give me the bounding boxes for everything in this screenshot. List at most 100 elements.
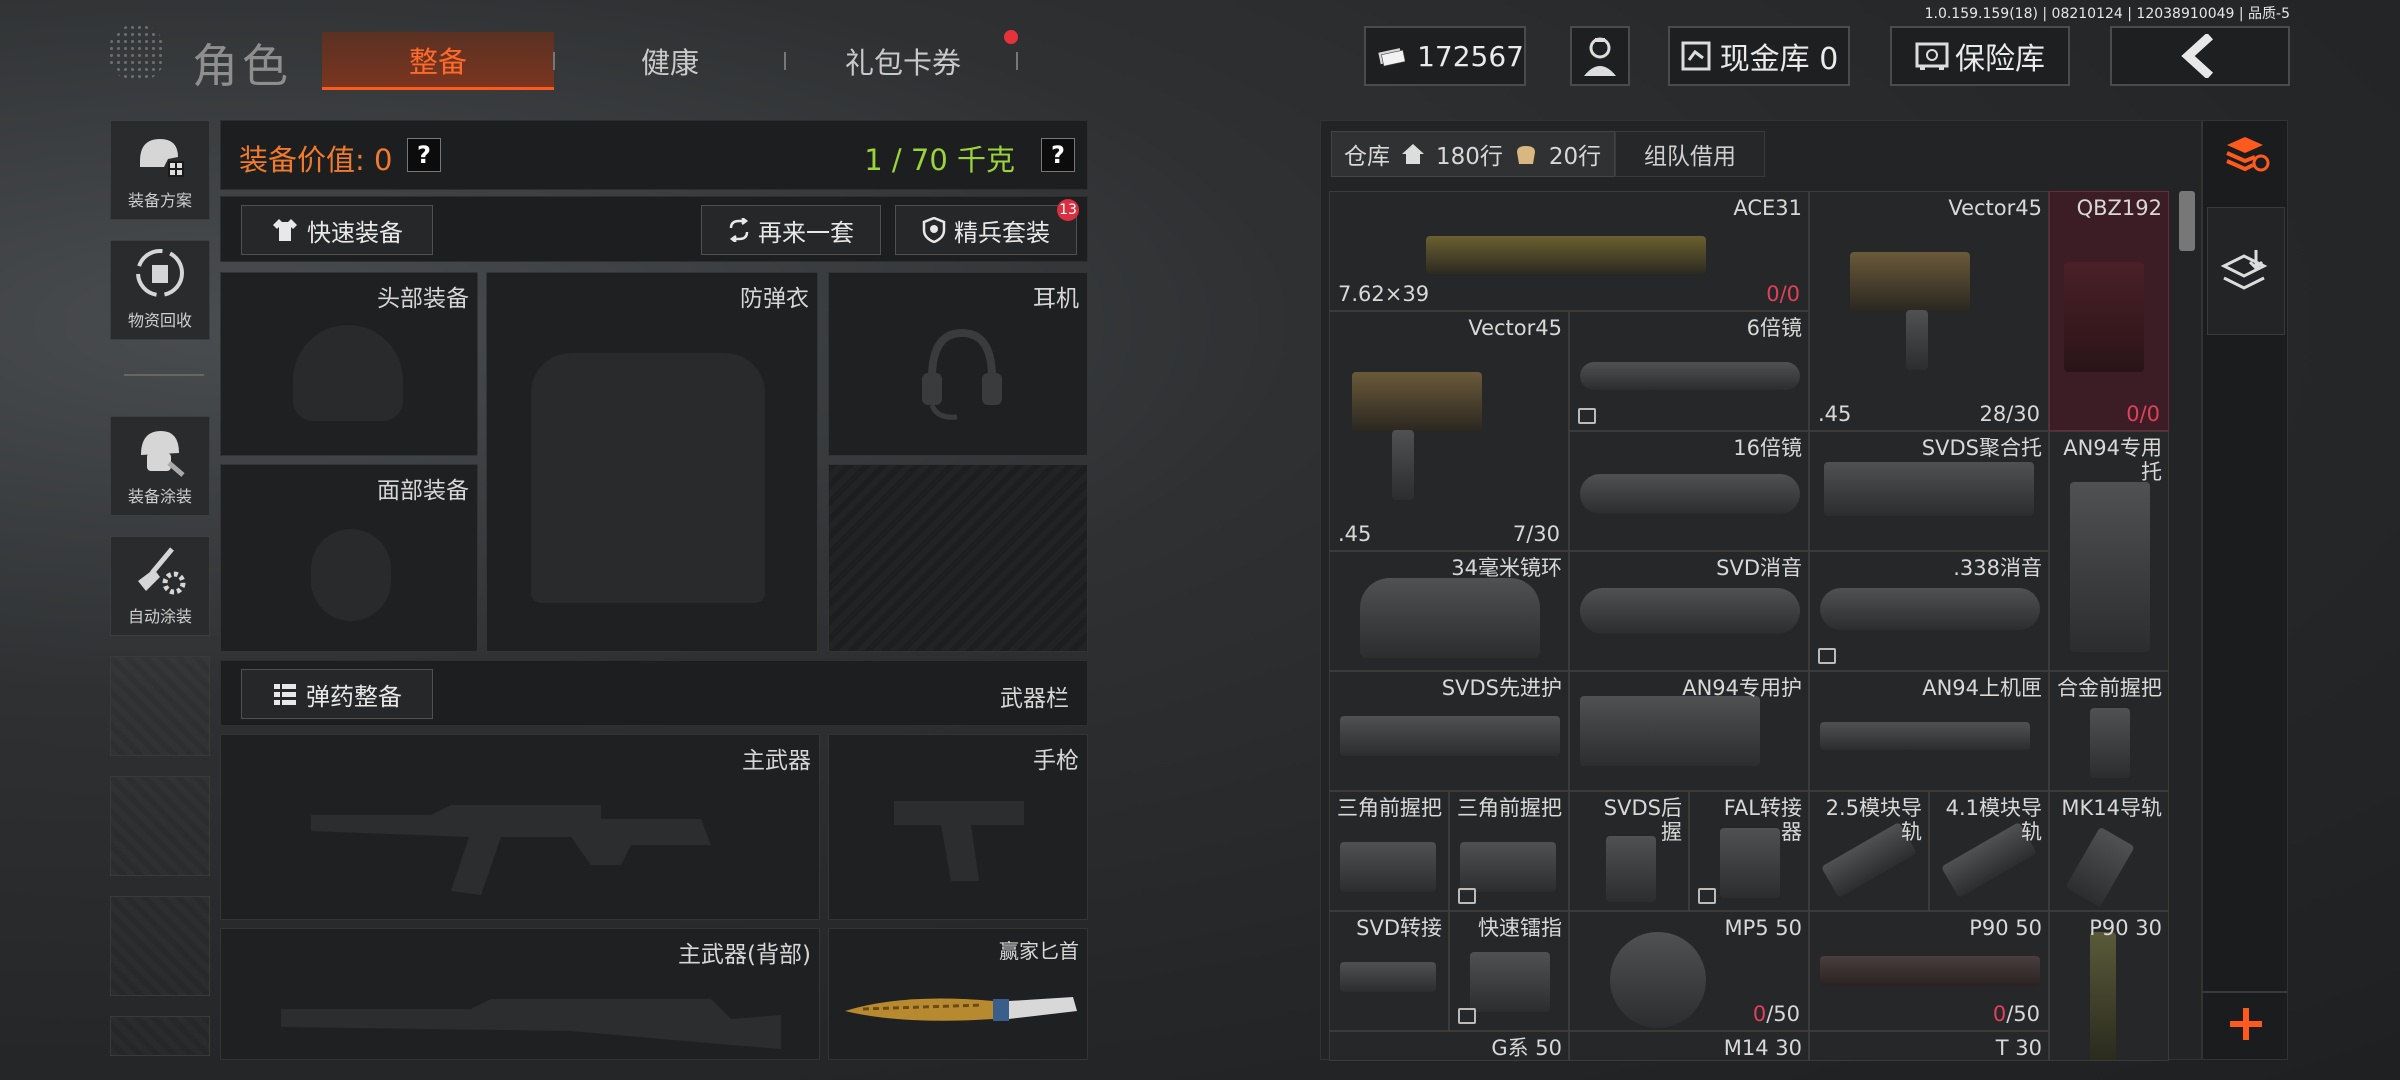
helmet-plan-icon: [140, 139, 184, 177]
sidebar-item-label: 自动涂装: [127, 607, 192, 626]
sidebar-empty-slot: [110, 656, 210, 756]
build-info: 1.0.159.159(18) | 08210124 | 12038910049…: [1924, 6, 2290, 22]
item-name: 三角前握把: [1457, 796, 1562, 820]
item-svd-adapter[interactable]: SVD转接: [1329, 911, 1449, 1031]
item-alloy-grip[interactable]: 合金前握把: [2049, 671, 2169, 791]
weight-help-icon[interactable]: ?: [1041, 138, 1075, 172]
mag-icon: [1820, 956, 2040, 986]
handguard-icon: [1580, 696, 1760, 766]
item-svds-handguard[interactable]: SVDS先进护: [1329, 671, 1569, 791]
item-svds-stock[interactable]: SVDS聚合托: [1809, 431, 2049, 551]
primary-weapon-slot[interactable]: 主武器: [220, 734, 820, 920]
item-tri-grip[interactable]: 三角前握把: [1449, 791, 1569, 911]
refresh-icon: [729, 218, 749, 242]
safe-vault-button[interactable]: 保险库: [1890, 26, 2070, 86]
tab-team-borrow[interactable]: 组队借用: [1615, 131, 1765, 177]
team-borrow-label: 组队借用: [1644, 144, 1736, 170]
container-icon: [1458, 888, 1476, 904]
item-p90-50[interactable]: P90 50 0/50: [1809, 911, 2049, 1031]
slot-label: 头部装备: [377, 286, 469, 312]
item-name: 16倍镜: [1733, 436, 1802, 460]
item-caliber: 7.62×39: [1338, 282, 1430, 306]
warehouse-panel: 仓库 180行 20行 组队借用 ACE31 7.62×39 0/0 Vecto…: [1320, 120, 2202, 1061]
stack-sort-icon[interactable]: [2223, 131, 2271, 177]
helmet-skin-icon: [141, 431, 185, 477]
quick-equip-button[interactable]: 快速装备: [241, 205, 433, 255]
item-svd-suppressor[interactable]: SVD消音: [1569, 551, 1809, 671]
pistol-slot[interactable]: 手枪: [828, 734, 1088, 920]
drum-mag-icon: [1610, 932, 1706, 1028]
currency-display[interactable]: 172567: [1364, 26, 1526, 86]
tab-divider: [553, 52, 555, 70]
head-gear-slot[interactable]: 头部装备: [220, 272, 478, 456]
item-p90-30[interactable]: P90 30: [2049, 911, 2169, 1061]
tab-gift-cards[interactable]: 礼包卡券: [790, 32, 1016, 90]
item-an94-handguard[interactable]: AN94专用护: [1569, 671, 1809, 791]
elite-set-badge: 13: [1057, 199, 1079, 221]
ammo-max: /0: [1779, 282, 1800, 306]
cash-vault-button[interactable]: 现金库 0: [1668, 26, 1850, 86]
primary-weapon-back-slot[interactable]: 主武器(背部): [220, 928, 820, 1060]
item-scope-6x[interactable]: 6倍镜: [1569, 311, 1809, 431]
item-quick-laser[interactable]: 快速镭指: [1449, 911, 1569, 1031]
item-vector45-b[interactable]: Vector45 .45 7/30: [1329, 311, 1569, 551]
rifle-back-silhouette-icon: [281, 999, 781, 1049]
value-help-icon[interactable]: ?: [407, 138, 441, 172]
item-mk14-rail[interactable]: MK14导轨: [2049, 791, 2169, 911]
item-an94-stock[interactable]: AN94专用 托: [2049, 431, 2169, 671]
item-fal-adapter[interactable]: FAL转接 器: [1689, 791, 1809, 911]
body-armor-slot[interactable]: 防弹衣: [486, 272, 818, 652]
sidebar-item-recycle[interactable]: 物资回收: [110, 240, 210, 340]
handguard-icon: [1340, 716, 1560, 756]
tab-warehouse[interactable]: 仓库 180行 20行: [1331, 131, 1615, 177]
item-34mm-ring[interactable]: 34毫米镜环: [1329, 551, 1569, 671]
sidebar-item-skin[interactable]: 装备涂装: [110, 416, 210, 516]
item-name: T 30: [1995, 1036, 2042, 1060]
item-name: QBZ192: [2076, 196, 2162, 220]
item-name: 合金前握把: [2057, 676, 2162, 700]
item-t-30[interactable]: T 30: [1809, 1031, 2049, 1061]
item-name: MK14导轨: [2061, 796, 2162, 820]
tab-health[interactable]: 健康: [560, 32, 780, 90]
equip-again-button[interactable]: 再来一套: [701, 205, 881, 255]
ammo-current: 0: [2126, 402, 2140, 426]
warehouse-scrollbar[interactable]: [2179, 191, 2195, 251]
notification-dot: [1004, 30, 1018, 44]
item-rail-2-5[interactable]: 2.5模块导 轨: [1809, 791, 1929, 911]
item-ace31[interactable]: ACE31 7.62×39 0/0: [1329, 191, 1809, 311]
knife-slot[interactable]: 赢家匕首: [828, 928, 1088, 1060]
operator-button[interactable]: [1570, 26, 1630, 86]
item-338-suppressor[interactable]: .338消音: [1809, 551, 2049, 671]
item-rail-4-1[interactable]: 4.1模块导 轨: [1929, 791, 2049, 911]
item-name: AN94上机匣: [1922, 676, 2042, 700]
item-an94-receiver[interactable]: AN94上机匣: [1809, 671, 2049, 791]
item-name: Vector45: [1468, 316, 1562, 340]
headset-slot[interactable]: 耳机: [828, 272, 1088, 456]
item-mp5-drum[interactable]: MP5 50 0/50: [1569, 911, 1809, 1031]
add-icon[interactable]: [2227, 1005, 2265, 1043]
ammo-current: 0: [1766, 282, 1780, 306]
back-button[interactable]: [2110, 26, 2290, 86]
tab-loadout[interactable]: 整备: [322, 32, 554, 90]
item-g-50[interactable]: G系 50: [1329, 1031, 1569, 1061]
item-qbz192[interactable]: QBZ192 0/0: [2049, 191, 2169, 431]
item-name: P90 30: [2089, 916, 2162, 940]
elite-set-button[interactable]: 精兵套装: [895, 205, 1077, 255]
item-scope-16x[interactable]: 16倍镜: [1569, 431, 1809, 551]
warehouse-right-rail: [2202, 120, 2288, 1060]
rifle-icon: [2064, 262, 2144, 372]
character-logo-icon: [108, 24, 166, 82]
slot-label: 主武器: [742, 748, 811, 774]
item-svds-rear-grip[interactable]: SVDS后 握: [1569, 791, 1689, 911]
item-m14-30[interactable]: M14 30: [1569, 1031, 1809, 1061]
suppressor-icon: [1820, 588, 2040, 630]
tidy-button[interactable]: [2207, 207, 2285, 335]
item-name: AN94专用 托: [2063, 436, 2162, 484]
item-tri-grip[interactable]: 三角前握把: [1329, 791, 1449, 911]
item-vector45-a[interactable]: Vector45 .45 28/30: [1809, 191, 2049, 431]
sidebar-item-auto-skin[interactable]: 自动涂装: [110, 536, 210, 636]
sidebar-item-loadout-plan[interactable]: 装备方案: [110, 120, 210, 220]
tab-label: 礼包卡券: [844, 46, 961, 80]
face-gear-slot[interactable]: 面部装备: [220, 464, 478, 652]
ammo-prep-button[interactable]: 弹药整备: [241, 669, 433, 719]
